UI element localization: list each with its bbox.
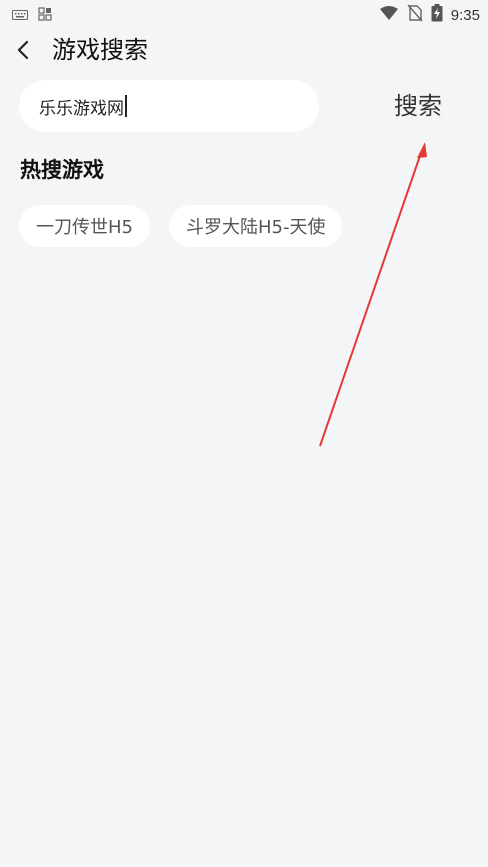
status-right-icons: 9:35 [379,4,480,26]
text-cursor [125,95,127,117]
back-button[interactable] [10,36,38,64]
grid-icon [38,6,52,25]
hot-search-tags: 一刀传世H5 斗罗大陆H5-天使 [19,205,343,247]
hot-search-title: 热搜游戏 [20,158,104,182]
keyboard-icon [12,6,28,25]
search-button[interactable]: 搜索 [394,90,442,122]
wifi-icon [379,5,399,25]
chevron-left-icon [10,40,38,68]
battery-charging-icon [431,4,443,26]
status-time: 9:35 [450,6,480,24]
search-input-value: 乐乐游戏网 [39,98,124,119]
page-title: 游戏搜索 [52,36,148,64]
status-left-icons [12,6,52,25]
header: 游戏搜索 [0,28,488,74]
no-sim-icon [407,4,423,26]
status-bar: 9:35 [0,0,488,28]
hot-search-tag[interactable]: 一刀传世H5 [19,205,150,247]
search-input[interactable]: 乐乐游戏网 [19,80,319,132]
hot-search-tag[interactable]: 斗罗大陆H5-天使 [169,205,343,247]
